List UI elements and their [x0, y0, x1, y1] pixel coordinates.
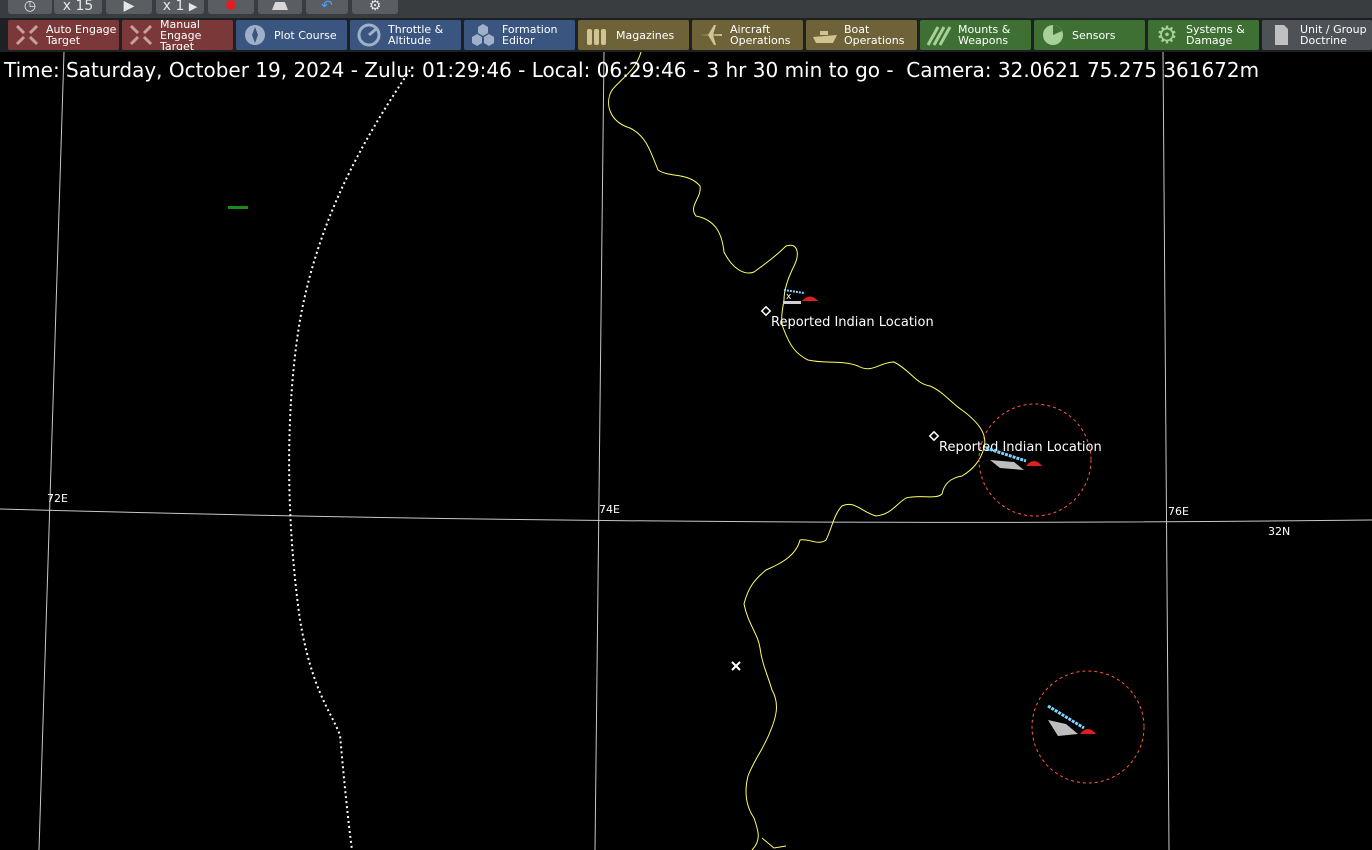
aircraft-operations-label: Aircraft Operations: [730, 23, 791, 47]
auto-engage-label: Auto Engage Target: [46, 23, 117, 47]
unit-button[interactable]: [258, 0, 302, 14]
hostile-contact-3[interactable]: [1080, 729, 1096, 734]
gear-icon: ⚙: [1156, 20, 1178, 49]
manual-engage-target-button[interactable]: Manual Engage Target: [122, 20, 233, 50]
grid-label-74e: 74E: [599, 503, 620, 516]
mounts-weapons-button[interactable]: Mounts & Weapons: [920, 20, 1031, 50]
reported-location-marker-1[interactable]: [760, 305, 772, 317]
formation-editor-button[interactable]: Formation Editor: [464, 20, 575, 50]
gauge-icon: [354, 22, 384, 48]
meridian-76e: [1162, 52, 1170, 850]
formation-editor-label: Formation Editor: [502, 23, 558, 47]
ammo-icon: [582, 22, 612, 48]
settings-button[interactable]: ⚙: [352, 0, 398, 14]
grid-label-32n: 32N: [1268, 525, 1290, 538]
manual-engage-label: Manual Engage Target: [160, 20, 202, 50]
record-icon: [226, 0, 236, 10]
play-icon: ▶: [123, 0, 135, 14]
graticule: [0, 52, 1372, 850]
plot-course-button[interactable]: Plot Course: [236, 20, 347, 50]
friendly-unit-group-3[interactable]: [1047, 704, 1096, 736]
systems-damage-button[interactable]: ⚙ Systems & Damage: [1148, 20, 1259, 50]
grid-label-72e: 72E: [47, 492, 68, 505]
simulation-controls-bar: ◷ x 15 ▶ x 1 ▶ ↶ ⚙: [0, 0, 1372, 18]
hostile-contact-2[interactable]: [1026, 461, 1042, 466]
time-status-bar: Time: Saturday, October 19, 2024 - Zulu:…: [4, 58, 1260, 82]
hostile-contact-1[interactable]: [802, 296, 818, 302]
dotted-boundary-line: [288, 69, 411, 850]
step-button[interactable]: x 1 ▶: [156, 0, 204, 14]
speed-button[interactable]: x 15: [54, 0, 102, 14]
friendly-unit-group-1[interactable]: x: [783, 289, 818, 304]
missiles-icon: [924, 22, 954, 48]
plot-course-label: Plot Course: [274, 28, 337, 42]
step-label: x 1: [162, 0, 185, 14]
target-icon: [126, 22, 156, 48]
hexagons-icon: [468, 22, 498, 48]
settings-icon: ⚙: [368, 0, 382, 14]
throttle-altitude-label: Throttle & Altitude: [388, 23, 444, 47]
reported-location-marker-2[interactable]: [928, 430, 940, 442]
boat-operations-button[interactable]: Boat Operations: [806, 20, 917, 50]
aircraft-operations-button[interactable]: Aircraft Operations: [692, 20, 803, 50]
undo-button[interactable]: ↶: [306, 0, 348, 14]
svg-text:x: x: [786, 292, 792, 302]
range-ring-2: [1031, 670, 1145, 784]
step-icon: ▶: [188, 0, 198, 13]
unit-group-doctrine-button[interactable]: Unit / Group Doctrine: [1262, 20, 1372, 50]
clock-icon: ◷: [23, 0, 37, 14]
magazines-button[interactable]: Magazines: [578, 20, 689, 50]
international-border: [608, 52, 986, 850]
magazines-label: Magazines: [616, 28, 675, 42]
clock-button[interactable]: ◷: [8, 0, 52, 14]
systems-damage-label: Systems & Damage: [1186, 23, 1245, 47]
target-icon: [12, 22, 42, 48]
sensors-button[interactable]: Sensors: [1034, 20, 1145, 50]
range-ring-1: [978, 403, 1092, 517]
mounts-weapons-label: Mounts & Weapons: [958, 23, 1011, 47]
undo-icon: ↶: [321, 0, 333, 14]
green-reference-marker[interactable]: [228, 206, 248, 209]
speed-label: x 15: [62, 0, 94, 14]
command-toolbar: Auto Engage Target Manual Engage Target …: [0, 18, 1372, 52]
border-segment-bottom: [761, 837, 787, 849]
reported-location-label-1: Reported Indian Location: [771, 315, 934, 330]
tactical-map[interactable]: 72E 74E 76E 32N Reported Indian Location…: [0, 52, 1372, 850]
reported-location-label-2: Reported Indian Location: [939, 440, 1102, 455]
unit-group-doctrine-label: Unit / Group Doctrine: [1300, 23, 1367, 47]
boat-operations-label: Boat Operations: [844, 23, 905, 47]
meridian-72e: [38, 52, 65, 850]
grid-label-76e: 76E: [1168, 505, 1189, 518]
compass-icon: [240, 22, 270, 48]
throttle-altitude-button[interactable]: Throttle & Altitude: [350, 20, 461, 50]
play-button[interactable]: ▶: [106, 0, 152, 14]
sensors-label: Sensors: [1072, 28, 1116, 42]
document-icon: [1266, 22, 1296, 48]
aircraft-icon: [696, 22, 726, 48]
record-button[interactable]: [208, 0, 254, 14]
boat-icon: [810, 22, 840, 48]
radar-icon: [1038, 22, 1068, 48]
unit-icon: [272, 2, 288, 10]
meridian-74e: [594, 52, 605, 850]
auto-engage-target-button[interactable]: Auto Engage Target: [8, 20, 119, 50]
datum-x-marker[interactable]: [731, 661, 741, 671]
